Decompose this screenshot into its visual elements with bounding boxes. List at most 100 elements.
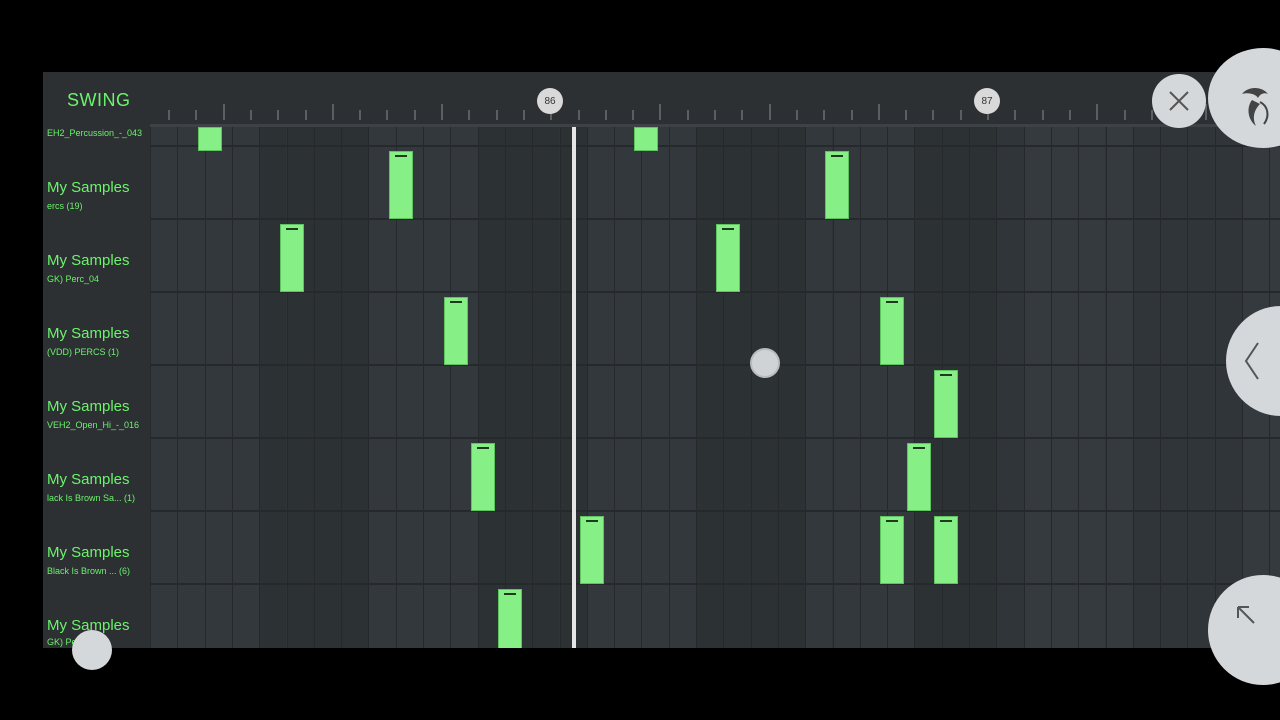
note-block[interactable] — [934, 370, 958, 438]
channel-row-5[interactable]: My Samples lack Is Brown Sa... (1) — [43, 437, 150, 510]
ruler-tick — [604, 110, 607, 120]
note-block[interactable] — [198, 127, 222, 151]
note-block[interactable] — [498, 589, 522, 648]
channel-row-4[interactable]: My Samples VEH2_Open_Hi_-_016 — [43, 364, 150, 437]
scroll-handle[interactable] — [72, 630, 112, 670]
note-cap — [722, 228, 734, 230]
channel-title: My Samples — [47, 252, 130, 269]
note-block[interactable] — [880, 516, 904, 584]
grid-vline — [805, 127, 807, 648]
channel-row-3[interactable]: My Samples (VDD) PERCS (1) — [43, 291, 150, 364]
channel-subtitle: GK) Perc_04 — [47, 274, 100, 284]
swing-label[interactable]: SWING — [67, 90, 131, 111]
note-block[interactable] — [444, 297, 468, 365]
fl-studio-logo-icon — [1242, 88, 1269, 126]
grid-column — [477, 127, 505, 648]
grid-hline — [150, 291, 1280, 293]
grid-vline — [996, 127, 998, 648]
note-block[interactable] — [280, 224, 304, 292]
ruler-tick — [168, 110, 170, 120]
ruler-tick — [659, 104, 662, 120]
channel-list: EH2_Percussion_-_043 My Samples ercs (19… — [43, 127, 150, 648]
channel-subtitle: (VDD) PERCS (1) — [47, 347, 120, 357]
close-button[interactable] — [1152, 74, 1206, 128]
channel-row-2[interactable]: My Samples GK) Perc_04 — [43, 218, 150, 291]
bar-marker-86[interactable]: 86 — [537, 88, 563, 114]
grid-vline — [341, 127, 343, 648]
channel-row-0[interactable]: EH2_Percussion_-_043 — [43, 127, 150, 145]
ruler-tick — [768, 104, 771, 120]
grid-hline — [150, 364, 1280, 366]
chevron-left-icon — [1244, 342, 1259, 380]
grid-column — [231, 127, 260, 648]
bar-marker-87[interactable]: 87 — [974, 88, 1000, 114]
grid-column — [259, 127, 287, 648]
ruler-tick — [905, 110, 908, 120]
note-cap — [886, 301, 898, 303]
arrow-up-left-icon — [1237, 606, 1255, 624]
grid-vline — [641, 127, 643, 648]
note-block[interactable] — [716, 224, 740, 292]
channel-row-1[interactable]: My Samples ercs (19) — [43, 145, 150, 218]
note-cap — [504, 593, 516, 595]
grid-hline — [150, 510, 1280, 512]
grid-column — [777, 127, 806, 648]
note-cap — [913, 447, 925, 449]
grid-vline — [259, 127, 261, 648]
note-cap — [940, 520, 952, 522]
grid-vline — [1050, 127, 1052, 648]
ruler-tick — [1068, 110, 1071, 120]
ruler-tick — [850, 110, 853, 120]
ruler-tick — [632, 110, 635, 120]
channel-subtitle: VEH2_Open_Hi_-_016 — [47, 420, 140, 430]
channel-subtitle: Black Is Brown ... (6) — [47, 566, 131, 576]
note-cap — [450, 301, 462, 303]
grid-column — [1132, 127, 1161, 648]
note-block[interactable] — [634, 127, 658, 151]
note-block[interactable] — [471, 443, 495, 511]
grid-vline — [477, 127, 479, 648]
note-block[interactable] — [934, 516, 958, 584]
ruler-tick — [441, 104, 443, 120]
grid-column — [614, 127, 642, 648]
ruler-tick — [1014, 110, 1017, 120]
grid-vline — [614, 127, 616, 648]
note-cap — [886, 520, 898, 522]
ruler-tick — [795, 110, 798, 120]
note-block[interactable] — [825, 151, 849, 219]
grid-column — [996, 127, 1024, 648]
channel-subtitle: lack Is Brown Sa... (1) — [47, 493, 136, 503]
ruler-tick — [741, 110, 744, 120]
note-block[interactable] — [907, 443, 931, 511]
grid-vline — [750, 127, 752, 648]
grid-vline — [1187, 127, 1189, 648]
grid-vline — [1078, 127, 1080, 648]
grid-vline — [1160, 127, 1162, 648]
note-block[interactable] — [580, 516, 604, 584]
timeline-ruler[interactable] — [150, 72, 1280, 127]
ruler-tick — [331, 104, 334, 120]
ruler-tick — [577, 110, 580, 120]
grid-column — [1105, 127, 1133, 648]
ruler-tick — [877, 104, 880, 120]
note-block[interactable] — [389, 151, 413, 219]
ruler-tick — [1096, 104, 1099, 120]
ruler-tick — [413, 110, 416, 120]
note-block[interactable] — [880, 297, 904, 365]
ruler-header: SWING 86 87 — [43, 72, 1280, 127]
grid-vline — [559, 127, 561, 648]
ruler-tick — [277, 110, 280, 120]
grid-vline — [1214, 127, 1216, 648]
piano-roll-window: SWING 86 87 EH2_Percussion_-_043 My Samp… — [43, 72, 1280, 648]
grid-column — [204, 127, 232, 648]
playhead[interactable] — [572, 127, 576, 648]
grid-hline — [150, 437, 1280, 439]
ruler-tick — [686, 110, 689, 120]
channel-row-6[interactable]: My Samples Black Is Brown ... (6) — [43, 510, 150, 583]
grid-vline — [450, 127, 452, 648]
grid-vline — [313, 127, 315, 648]
note-grid[interactable] — [150, 127, 1280, 648]
channel-title: My Samples — [47, 325, 130, 342]
note-cap — [831, 155, 843, 157]
ruler-tick — [249, 110, 252, 120]
